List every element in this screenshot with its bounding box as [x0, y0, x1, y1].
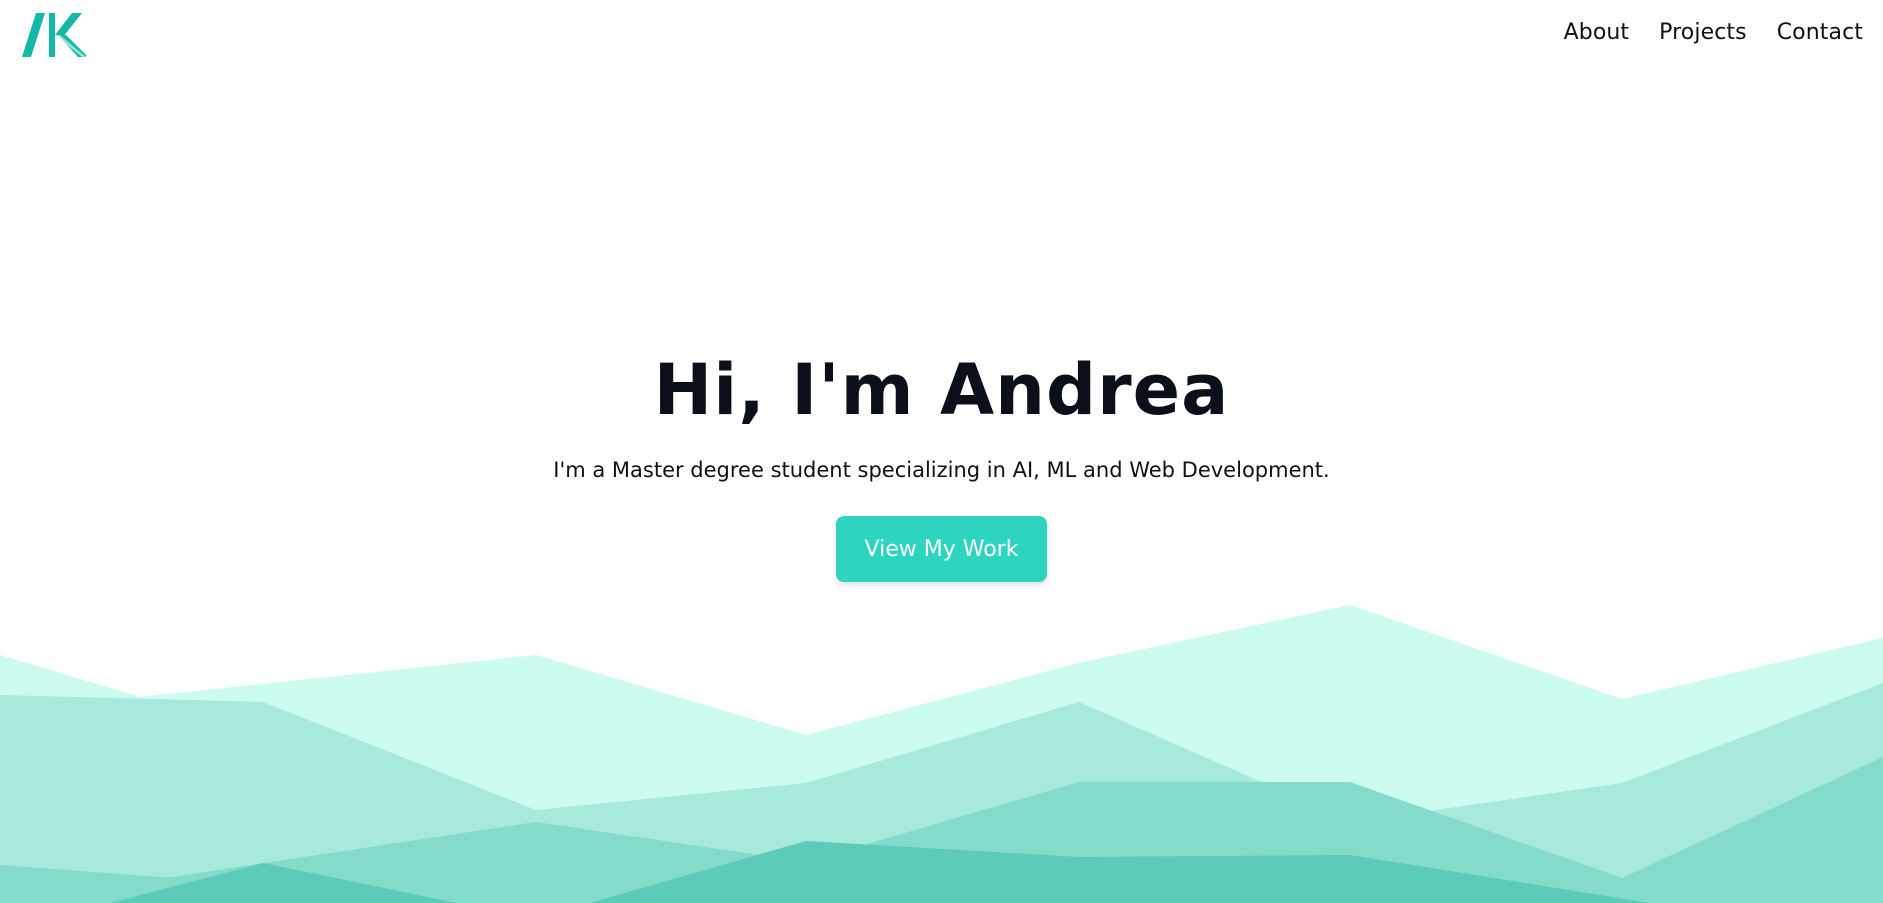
cta-container: View My Work: [0, 516, 1883, 582]
nav-link-projects[interactable]: Projects: [1659, 20, 1747, 45]
main-nav: About Projects Contact: [1564, 20, 1863, 45]
view-my-work-button[interactable]: View My Work: [836, 516, 1047, 582]
nav-link-about[interactable]: About: [1564, 20, 1630, 45]
nav-link-contact[interactable]: Contact: [1777, 20, 1863, 45]
logo-link[interactable]: [22, 13, 88, 57]
ak-monogram-logo-icon: [22, 13, 86, 57]
portfolio-page: About Projects Contact Hi, I'm Andrea I'…: [0, 0, 1883, 903]
hero-subtitle: I'm a Master degree student specializing…: [553, 458, 1330, 482]
site-header: About Projects Contact: [0, 0, 1883, 72]
hero-section: Hi, I'm Andrea I'm a Master degree stude…: [0, 345, 1883, 582]
mountain-layers-graphic: [0, 605, 1883, 903]
mountain-background: [0, 600, 1883, 903]
hero-title: Hi, I'm Andrea: [653, 349, 1230, 431]
